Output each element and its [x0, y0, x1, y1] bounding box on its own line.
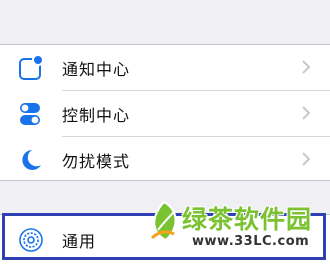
settings-group-bottom: 通用	[0, 214, 330, 265]
settings-row-label: 勿扰模式	[62, 151, 131, 171]
settings-row-label: 通用	[62, 231, 97, 251]
notification-center-icon	[19, 53, 44, 80]
settings-group-top: 通知中心 控制中心 勿扰模式	[0, 44, 330, 181]
moon-icon	[22, 149, 41, 170]
settings-row-general[interactable]: 通用	[0, 217, 330, 262]
control-center-icon	[20, 102, 40, 125]
settings-row-control-center[interactable]: 控制中心	[0, 91, 330, 136]
settings-row-label: 通知中心	[62, 59, 131, 79]
gear-icon	[19, 227, 43, 252]
settings-row-notification-center[interactable]: 通知中心	[0, 45, 330, 90]
chevron-right-icon	[302, 106, 311, 120]
settings-row-label: 控制中心	[62, 105, 131, 125]
settings-row-do-not-disturb[interactable]: 勿扰模式	[0, 137, 330, 182]
chevron-right-icon	[302, 60, 311, 74]
chevron-right-icon	[302, 152, 311, 166]
